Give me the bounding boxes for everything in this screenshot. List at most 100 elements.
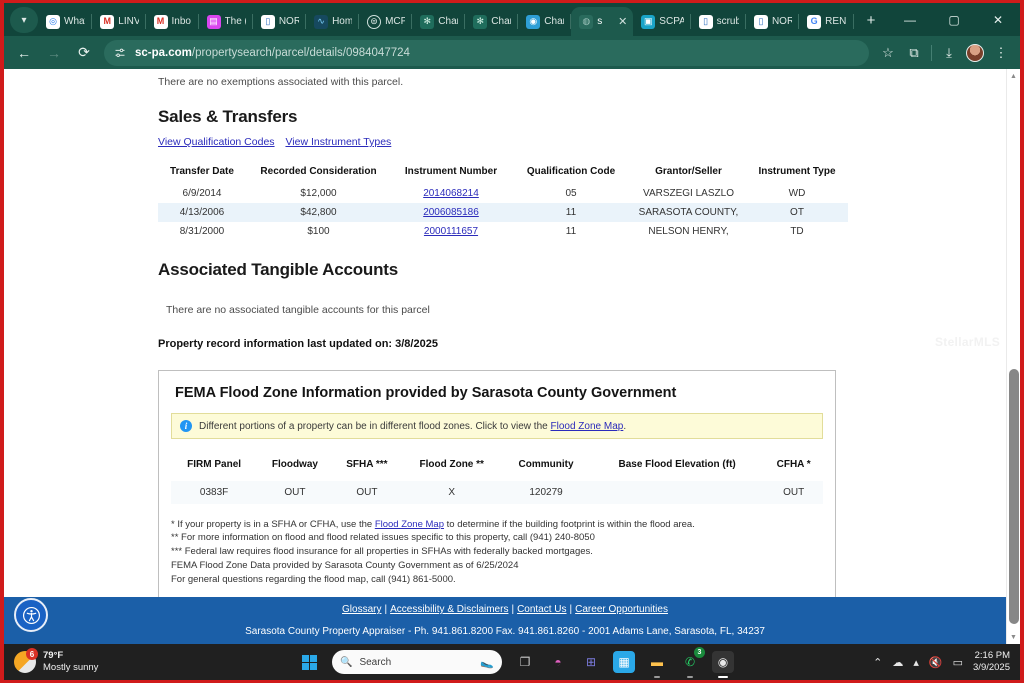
mcp-icon: ⊜ [367, 15, 381, 29]
whatsapp-icon[interactable]: ✆3 [679, 651, 701, 673]
glossary-link[interactable]: Glossary [342, 604, 381, 615]
browser-window: ▾ ◎ What M LINV M Inbo ▤ [4, 3, 1020, 644]
gmail-icon: M [100, 15, 114, 29]
page-scrollbar[interactable]: ▲ ▼ [1006, 69, 1020, 644]
browser-tab[interactable]: G RENI [799, 7, 853, 36]
column-header: FIRM Panel [171, 455, 257, 481]
chevron-up-icon[interactable]: ⌃ [873, 656, 882, 669]
cell-consideration: $42,800 [246, 203, 391, 222]
instrument-link[interactable]: 2006085186 [423, 207, 479, 218]
view-instrument-types-link[interactable]: View Instrument Types [285, 136, 391, 148]
tab-label: Char [438, 16, 458, 27]
volume-muted-icon[interactable]: 🔇 [929, 656, 943, 669]
reload-button[interactable]: ⟳ [70, 39, 98, 67]
column-header: Instrument Number [391, 162, 511, 184]
cell-transfer-date: 8/31/2000 [158, 222, 246, 241]
column-header: CFHA * [764, 455, 823, 481]
star-icon[interactable]: ☆ [875, 40, 901, 66]
task-view-icon[interactable]: ❐ [514, 651, 536, 673]
cell-sfha: OUT [333, 481, 402, 504]
kebab-menu-icon[interactable]: ⋮ [988, 40, 1014, 66]
weather-widget[interactable]: 6 79°F Mostly sunny [4, 650, 294, 675]
column-header: Community [502, 455, 590, 481]
windows-start-icon[interactable] [294, 655, 324, 670]
wifi-icon[interactable]: ▴ [913, 656, 919, 669]
tab-label: NOR [279, 16, 299, 27]
exemption-note: There are no exemptions associated with … [158, 69, 1006, 88]
footer-address: Sarasota County Property Appraiser - Ph.… [4, 626, 1006, 637]
new-tab-button[interactable]: + [858, 7, 884, 33]
weather-text: 79°F Mostly sunny [43, 650, 98, 675]
scroll-down-arrow-icon[interactable]: ▼ [1007, 630, 1020, 644]
avatar[interactable] [962, 40, 988, 66]
notification-badge: 6 [26, 648, 38, 660]
fema-footnotes: * If your property is in a SFHA or CFHA,… [171, 518, 823, 587]
browser-tab[interactable]: ✻ Char [465, 7, 517, 36]
cell-instrument-number: 2014068214 [391, 184, 511, 203]
browser-tab[interactable]: ⊜ MCP [359, 7, 411, 36]
tab-label: MCP [385, 16, 405, 27]
copilot-icon[interactable]: ◓ [547, 651, 569, 673]
battery-icon[interactable]: ▭ [953, 656, 963, 669]
whatsapp-badge: 3 [694, 647, 705, 658]
scroll-up-arrow-icon[interactable]: ▲ [1007, 69, 1020, 83]
download-icon[interactable]: ⤓ [936, 40, 962, 66]
doc-icon: ▯ [699, 15, 713, 29]
back-button[interactable]: ← [10, 39, 38, 67]
search-input[interactable]: 🔍 Search 🥿 [332, 650, 502, 674]
column-header: Recorded Consideration [246, 162, 391, 184]
teams-icon[interactable]: ⊞ [580, 651, 602, 673]
edge-icon: ◉ [526, 15, 540, 29]
tab-search-icon[interactable]: ▾ [10, 7, 38, 33]
instrument-link[interactable]: 2014068214 [423, 188, 479, 199]
cloud-icon[interactable]: ☁ [892, 656, 903, 669]
browser-tab-active[interactable]: ◍ s ✕ [571, 7, 633, 36]
flood-zone-map-link[interactable]: Flood Zone Map [551, 421, 624, 432]
column-header: Transfer Date [158, 162, 246, 184]
browser-tab[interactable]: M Inbo [146, 7, 198, 36]
browser-tab[interactable]: M LINV [92, 7, 144, 36]
scrollbar-thumb[interactable] [1009, 369, 1019, 624]
tab-label: s [597, 16, 616, 27]
column-header: Instrument Type [746, 162, 848, 184]
browser-tab[interactable]: ▯ scrub [691, 7, 745, 36]
taskbar-clock[interactable]: 2:16 PM 3/9/2025 [973, 650, 1010, 675]
browser-tab[interactable]: ▯ NOR [746, 7, 798, 36]
maximize-button[interactable]: ▢ [932, 3, 976, 36]
cell-instrument-type: WD [746, 184, 848, 203]
cell-instrument-number: 2000111657 [391, 222, 511, 241]
close-window-button[interactable]: ✕ [976, 3, 1020, 36]
browser-tab[interactable]: ∿ Hom [306, 7, 358, 36]
forward-button[interactable]: → [40, 39, 68, 67]
close-icon[interactable]: ✕ [618, 15, 627, 28]
browser-tab[interactable]: ▤ The ( [199, 7, 252, 36]
table-row: 4/13/2006 $42,800 2006085186 11 SARASOTA… [158, 203, 848, 222]
site-settings-icon[interactable] [114, 47, 126, 59]
window-controls: — ▢ ✕ [888, 3, 1020, 36]
footer-separator: | [570, 604, 573, 615]
accessibility-disclaimers-link[interactable]: Accessibility & Disclaimers [390, 604, 508, 615]
flood-zone-map-link[interactable]: Flood Zone Map [375, 519, 444, 530]
accessibility-icon[interactable] [14, 598, 48, 632]
career-opportunities-link[interactable]: Career Opportunities [575, 604, 668, 615]
scpa-icon: ◍ [579, 15, 593, 29]
browser-tab[interactable]: ▣ SCPA [633, 7, 689, 36]
cell-grantor: NELSON HENRY, [631, 222, 746, 241]
column-header: Base Flood Elevation (ft) [590, 455, 764, 481]
puzzle-icon[interactable]: ⧉ [901, 40, 927, 66]
view-qualification-codes-link[interactable]: View Qualification Codes [158, 136, 275, 148]
contact-us-link[interactable]: Contact Us [517, 604, 566, 615]
cell-consideration: $12,000 [246, 184, 391, 203]
instrument-link[interactable]: 2000111657 [424, 226, 478, 237]
file-explorer-icon[interactable]: ▬ [646, 651, 668, 673]
browser-tab[interactable]: ◎ What [38, 7, 91, 36]
cell-floodway: OUT [257, 481, 332, 504]
browser-tab[interactable]: ▯ NOR [253, 7, 305, 36]
address-bar[interactable]: sc-pa.com/propertysearch/parcel/details/… [104, 40, 869, 66]
browser-tab[interactable]: ◉ Char [518, 7, 570, 36]
minimize-button[interactable]: — [888, 3, 932, 36]
chrome-icon[interactable]: ◉ [712, 651, 734, 673]
calculator-icon[interactable]: ▦ [613, 651, 635, 673]
browser-tab[interactable]: ✻ Char [412, 7, 464, 36]
site-footer: Glossary|Accessibility & Disclaimers|Con… [4, 597, 1006, 644]
